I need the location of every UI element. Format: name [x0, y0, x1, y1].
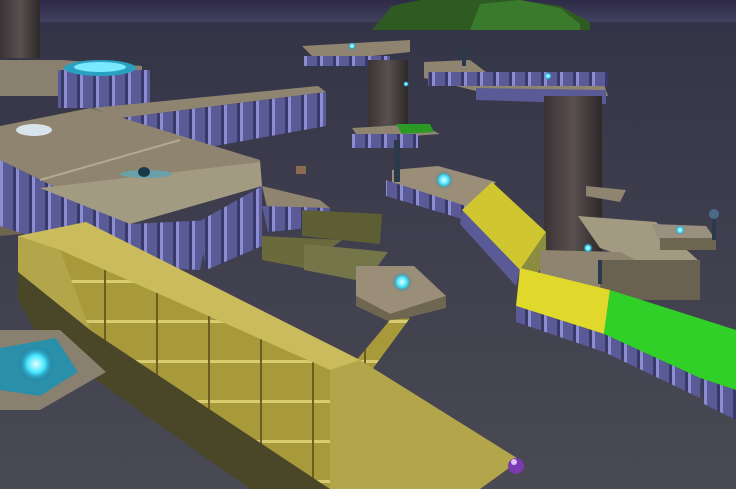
crystal-pickup — [392, 272, 412, 292]
stone-pillar — [0, 0, 40, 58]
crystal-pickup — [435, 171, 453, 189]
crystal-pickup — [403, 81, 409, 87]
crystal-pickup — [18, 346, 54, 382]
crystal-pickup — [348, 42, 356, 50]
stone-pillar — [368, 60, 408, 132]
crystal-pickup — [583, 243, 593, 253]
game-viewport[interactable] — [0, 0, 736, 489]
game-scene — [0, 0, 736, 489]
crystal-pickup — [675, 225, 685, 235]
silver-ship — [16, 124, 52, 136]
crystal-pickup — [544, 72, 552, 80]
